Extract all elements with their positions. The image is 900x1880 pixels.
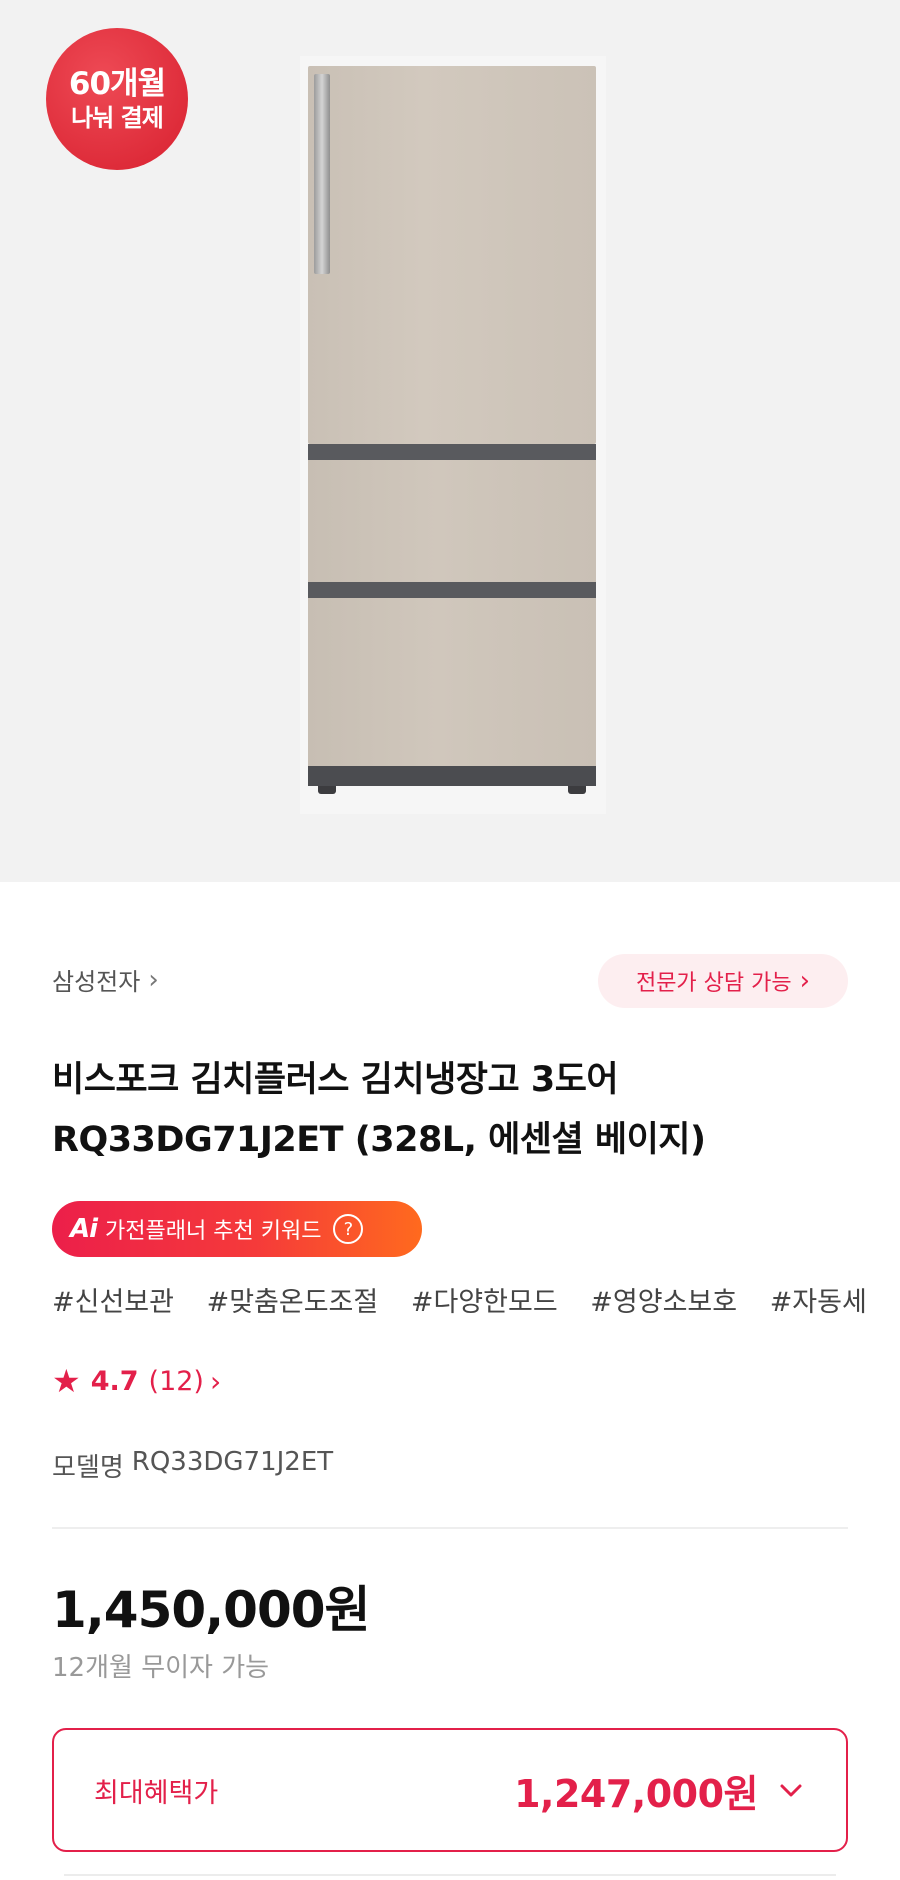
ai-keyword-label: 가전플래너 추천 키워드	[105, 1219, 322, 1244]
fridge-handle	[314, 74, 330, 274]
product-image	[300, 56, 606, 814]
fridge-base	[308, 766, 596, 786]
expert-consult-button[interactable]: 전문가 상담 가능 ›	[598, 954, 848, 1008]
installment-badge: 60개월 나눠 결제	[46, 28, 188, 170]
keyword-tag[interactable]: #영양소보호	[590, 1280, 737, 1319]
keyword-tag[interactable]: #신선보관	[52, 1280, 174, 1319]
keyword-tag[interactable]: #자동세	[770, 1280, 867, 1319]
ai-keyword-button[interactable]: Ai 가전플래너 추천 키워드 ?	[52, 1201, 422, 1257]
review-count: (12)	[148, 1365, 204, 1397]
next-section-edge	[64, 1874, 836, 1880]
keyword-tags: #신선보관 #맞춤온도조절 #다양한모드 #영양소보호 #자동세	[52, 1280, 900, 1320]
star-icon: ★	[52, 1362, 81, 1400]
fridge-foot	[318, 786, 336, 794]
product-title: 비스포크 김치플러스 김치냉장고 3도어 RQ33DG71J2ET (328L,…	[52, 1060, 706, 1160]
benefit-price: 1,247,000원	[514, 1771, 758, 1816]
chevron-right-icon: ›	[209, 1364, 222, 1398]
model-info: 모델명 RQ33DG71J2ET	[52, 1447, 333, 1484]
max-benefit-dropdown[interactable]: 최대혜택가 1,247,000원	[52, 1728, 848, 1852]
expert-consult-label: 전문가 상담 가능	[635, 971, 792, 996]
model-value: RQ33DG71J2ET	[131, 1447, 334, 1477]
ai-icon: Ai	[70, 1214, 98, 1244]
badge-line-1: 60개월	[68, 66, 166, 102]
installment-info: 12개월 무이자 가능	[52, 1653, 270, 1683]
model-label: 모델명	[52, 1453, 124, 1483]
help-circle-icon[interactable]: ?	[333, 1214, 364, 1244]
fridge-top-door	[308, 66, 596, 444]
chevron-right-icon: ›	[799, 966, 811, 996]
keyword-tag[interactable]: #맞춤온도조절	[207, 1280, 379, 1319]
chevron-right-icon: ›	[148, 964, 159, 995]
divider	[52, 1527, 848, 1529]
brand-name: 삼성전자	[52, 968, 141, 996]
badge-line-2: 나눠 결제	[71, 104, 164, 132]
drawer-gap	[308, 582, 596, 598]
keyword-tag[interactable]: #다양한모드	[411, 1280, 558, 1319]
brand-link[interactable]: 삼성전자 ›	[52, 962, 159, 997]
product-image-area[interactable]: 60개월 나눠 결제	[0, 0, 900, 882]
refrigerator-illustration	[308, 66, 596, 794]
rating-link[interactable]: ★ 4.7 (12) ›	[52, 1362, 221, 1400]
chevron-down-icon	[780, 1784, 802, 1797]
fridge-middle-drawer	[308, 460, 596, 582]
fridge-bottom-drawer	[308, 598, 596, 766]
fridge-foot	[568, 786, 586, 794]
benefit-label: 최대혜택가	[94, 1777, 219, 1809]
product-price: 1,450,000원	[52, 1581, 371, 1639]
rating-score: 4.7	[90, 1365, 139, 1397]
drawer-gap	[308, 444, 596, 460]
